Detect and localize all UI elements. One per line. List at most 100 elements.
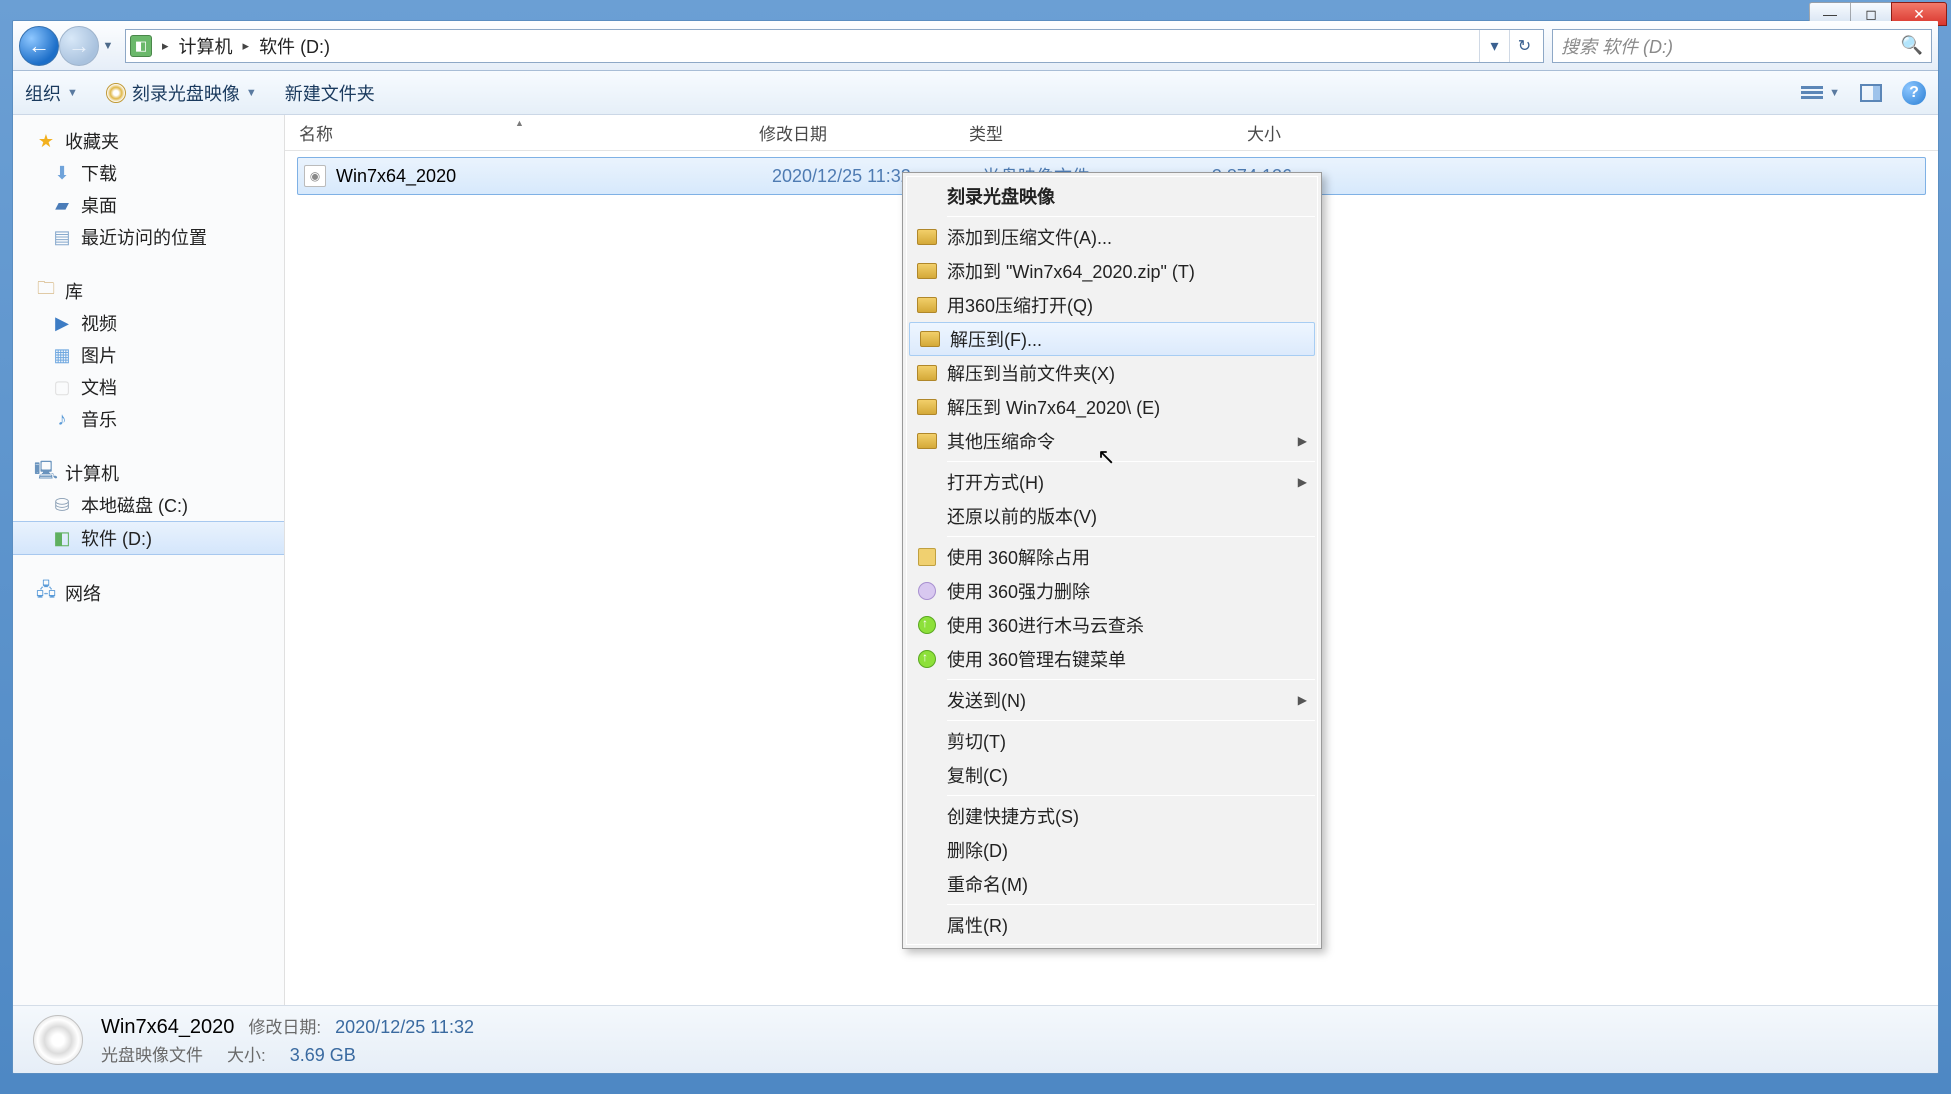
chevron-right-icon[interactable]: ▸: [156, 38, 175, 54]
status-size-value: 3.69 GB: [290, 1045, 356, 1066]
cm-add-zip[interactable]: 添加到 "Win7x64_2020.zip" (T): [907, 254, 1317, 288]
refresh-button[interactable]: ↻: [1509, 30, 1539, 62]
sidebar-libraries-head[interactable]: 🗀库: [13, 275, 284, 307]
cm-360-trojan[interactable]: 使用 360进行木马云查杀: [907, 608, 1317, 642]
cm-360-menu[interactable]: 使用 360管理右键菜单: [907, 642, 1317, 676]
cm-burn[interactable]: 刻录光盘映像: [907, 179, 1317, 213]
sidebar-network-head[interactable]: 🖧网络: [13, 577, 284, 609]
cm-send-to[interactable]: 发送到(N)▶: [907, 683, 1317, 717]
preview-pane-button[interactable]: [1860, 84, 1882, 102]
col-size[interactable]: 大小: [1165, 120, 1295, 145]
organize-button[interactable]: 组织▼: [25, 80, 78, 106]
sidebar-item-recent[interactable]: ▤最近访问的位置: [13, 221, 284, 253]
view-icon: [1801, 84, 1823, 102]
titlebar: — ◻ ✕: [12, 2, 1947, 20]
toolbar: 组织▼ 刻录光盘映像▼ 新建文件夹 ▼ ?: [13, 71, 1938, 115]
help-button[interactable]: ?: [1902, 81, 1926, 105]
scan-icon: [918, 650, 936, 668]
library-icon: 🗀: [35, 281, 57, 301]
cm-extract-named[interactable]: 解压到 Win7x64_2020\ (E): [907, 390, 1317, 424]
toolbar-right: ▼ ?: [1801, 81, 1926, 105]
col-name[interactable]: 名称: [285, 120, 745, 145]
iso-file-icon: ◉: [304, 165, 326, 187]
status-date-value: 2020/12/25 11:32: [335, 1017, 474, 1038]
status-filetype: 光盘映像文件: [101, 1041, 203, 1066]
drive-d-icon: ◧: [51, 528, 73, 548]
cm-extract-here[interactable]: 解压到当前文件夹(X): [907, 356, 1317, 390]
cm-open-with[interactable]: 打开方式(H)▶: [907, 465, 1317, 499]
navbar: ← → ▼ ◧ ▸ 计算机 ▸ 软件 (D:) ▾ ↻ 搜索 软件 (D:) 🔍: [13, 21, 1938, 71]
search-icon: 🔍: [1901, 35, 1923, 56]
cm-restore-prev[interactable]: 还原以前的版本(V): [907, 499, 1317, 533]
status-filename: Win7x64_2020: [101, 1016, 234, 1039]
cm-extract-to[interactable]: 解压到(F)...: [909, 322, 1315, 356]
context-menu: 刻录光盘映像 添加到压缩文件(A)... 添加到 "Win7x64_2020.z…: [902, 172, 1322, 949]
sidebar-libraries: 🗀库 ▶视频 ▦图片 ▢文档 ♪音乐: [13, 275, 284, 435]
history-dropdown[interactable]: ▼: [99, 40, 117, 52]
cm-rename[interactable]: 重命名(M): [907, 867, 1317, 901]
sidebar-computer: 🖳计算机 ⛁本地磁盘 (C:) ◧软件 (D:): [13, 457, 284, 555]
submenu-arrow-icon: ▶: [1298, 693, 1307, 707]
back-button[interactable]: ←: [19, 26, 59, 66]
scan-icon: [918, 616, 936, 634]
cm-cut[interactable]: 剪切(T): [907, 724, 1317, 758]
chevron-right-icon[interactable]: ▸: [237, 38, 256, 54]
sidebar-computer-head[interactable]: 🖳计算机: [13, 457, 284, 489]
sidebar-item-ddrive[interactable]: ◧软件 (D:): [13, 521, 284, 555]
star-icon: ★: [35, 131, 57, 151]
file-name: Win7x64_2020: [336, 166, 772, 187]
disc-icon: [106, 83, 126, 103]
forward-button[interactable]: →: [59, 26, 99, 66]
nav-arrows: ← → ▼: [19, 26, 117, 66]
cm-shortcut[interactable]: 创建快捷方式(S): [907, 799, 1317, 833]
sidebar-item-documents[interactable]: ▢文档: [13, 371, 284, 403]
unlock-icon: [918, 548, 936, 566]
cm-360-force-del[interactable]: 使用 360强力删除: [907, 574, 1317, 608]
zip-icon: [917, 433, 937, 449]
sidebar-item-videos[interactable]: ▶视频: [13, 307, 284, 339]
network-icon: 🖧: [35, 583, 57, 603]
breadcrumb-drive[interactable]: 软件 (D:): [255, 33, 334, 59]
status-info: Win7x64_2020 修改日期: 2020/12/25 11:32 光盘映像…: [101, 1013, 474, 1066]
sidebar-item-downloads[interactable]: ⬇下载: [13, 157, 284, 189]
address-dropdown[interactable]: ▾: [1479, 30, 1509, 62]
cm-360-unlock[interactable]: 使用 360解除占用: [907, 540, 1317, 574]
col-date[interactable]: 修改日期: [745, 120, 955, 145]
sidebar-item-pictures[interactable]: ▦图片: [13, 339, 284, 371]
disc-large-icon: [33, 1015, 83, 1065]
sidebar-network: 🖧网络: [13, 577, 284, 609]
document-icon: ▢: [51, 377, 73, 397]
zip-icon: [917, 263, 937, 279]
submenu-arrow-icon: ▶: [1298, 475, 1307, 489]
new-folder-button[interactable]: 新建文件夹: [285, 80, 375, 106]
sidebar-item-cdrive[interactable]: ⛁本地磁盘 (C:): [13, 489, 284, 521]
cm-properties[interactable]: 属性(R): [907, 908, 1317, 942]
content: 名称 修改日期 类型 大小 ◉ Win7x64_2020 2020/12/25 …: [285, 115, 1938, 1005]
breadcrumb-computer[interactable]: 计算机: [175, 33, 237, 59]
video-icon: ▶: [51, 313, 73, 333]
sidebar-item-music[interactable]: ♪音乐: [13, 403, 284, 435]
col-type[interactable]: 类型: [955, 120, 1165, 145]
search-input[interactable]: 搜索 软件 (D:) 🔍: [1552, 29, 1932, 63]
burn-disc-button[interactable]: 刻录光盘映像▼: [106, 80, 257, 106]
statusbar: Win7x64_2020 修改日期: 2020/12/25 11:32 光盘映像…: [13, 1005, 1938, 1073]
cm-copy[interactable]: 复制(C): [907, 758, 1317, 792]
column-headers: 名称 修改日期 类型 大小: [285, 115, 1938, 151]
cm-open-360[interactable]: 用360压缩打开(Q): [907, 288, 1317, 322]
zip-icon: [917, 365, 937, 381]
sidebar-item-desktop[interactable]: ▰桌面: [13, 189, 284, 221]
cm-add-archive[interactable]: 添加到压缩文件(A)...: [907, 220, 1317, 254]
cm-delete[interactable]: 删除(D): [907, 833, 1317, 867]
zip-icon: [917, 297, 937, 313]
search-placeholder: 搜索 软件 (D:): [1561, 33, 1673, 59]
view-button[interactable]: ▼: [1801, 84, 1840, 102]
window-inner: ← → ▼ ◧ ▸ 计算机 ▸ 软件 (D:) ▾ ↻ 搜索 软件 (D:) 🔍…: [12, 20, 1939, 1074]
sidebar-favorites-head[interactable]: ★收藏夹: [13, 125, 284, 157]
explorer-window: — ◻ ✕ ← → ▼ ◧ ▸ 计算机 ▸ 软件 (D:) ▾ ↻ 搜索 软件 …: [0, 0, 1951, 1094]
computer-icon: 🖳: [35, 463, 57, 483]
address-bar[interactable]: ◧ ▸ 计算机 ▸ 软件 (D:) ▾ ↻: [125, 29, 1544, 63]
body: ★收藏夹 ⬇下载 ▰桌面 ▤最近访问的位置 🗀库 ▶视频 ▦图片 ▢文档 ♪音乐…: [13, 115, 1938, 1005]
sidebar: ★收藏夹 ⬇下载 ▰桌面 ▤最近访问的位置 🗀库 ▶视频 ▦图片 ▢文档 ♪音乐…: [13, 115, 285, 1005]
picture-icon: ▦: [51, 345, 73, 365]
cm-other-zip[interactable]: 其他压缩命令▶: [907, 424, 1317, 458]
